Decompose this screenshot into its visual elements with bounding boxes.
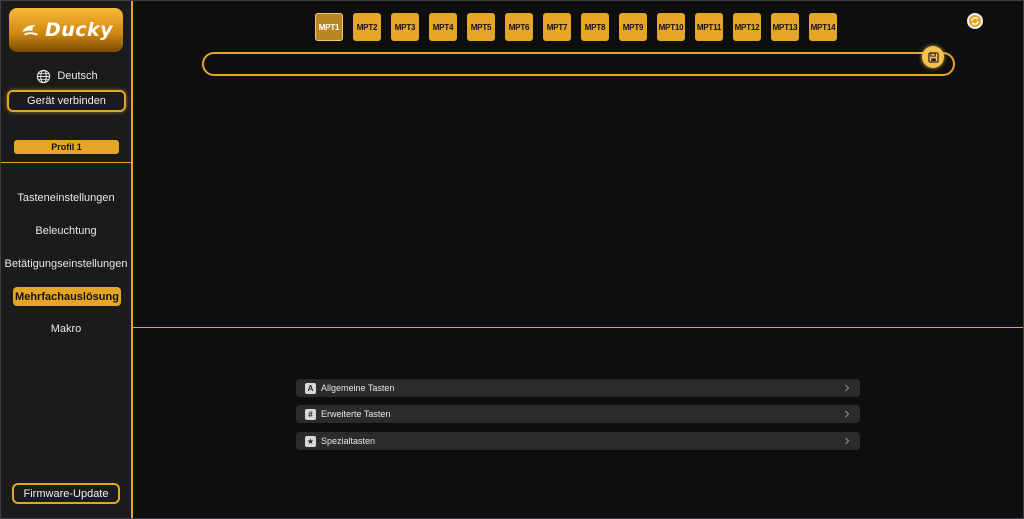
brand-name: Ducky xyxy=(44,19,114,41)
nav-multi-trigger[interactable]: Mehrfachauslösung xyxy=(13,287,121,306)
panel-divider xyxy=(133,327,1023,328)
refresh-button[interactable] xyxy=(967,13,983,29)
macro-tab-2[interactable]: MPT2 xyxy=(353,13,381,41)
globe-icon xyxy=(37,69,51,83)
macro-tab-1[interactable]: MPT1 xyxy=(315,13,343,41)
nav-key-settings[interactable]: Tasteneinstellungen xyxy=(1,189,131,207)
macro-tab-bar: MPT1 MPT2 MPT3 MPT4 MPT5 MPT6 MPT7 MPT8 MPT9 MPT1… xyxy=(315,13,837,41)
macro-tab-12[interactable]: MPT12 xyxy=(733,13,761,41)
language-label: Deutsch xyxy=(57,70,98,82)
macro-tab-4[interactable]: MPT4 xyxy=(429,13,457,41)
language-selector[interactable]: Deutsch xyxy=(1,67,133,85)
macro-tab-7[interactable]: MPT7 xyxy=(543,13,571,41)
profile-selector[interactable]: Profil 1 xyxy=(14,140,119,154)
category-advanced-keys[interactable]: # Erweiterte Tasten xyxy=(296,405,860,423)
category-special-keys[interactable]: ★ Spezialtasten xyxy=(296,432,860,450)
macro-tab-9[interactable]: MPT9 xyxy=(619,13,647,41)
brand-logo: Ducky xyxy=(9,8,123,52)
nav-actuation-settings[interactable]: Betätigungseinstellungen xyxy=(1,255,131,273)
letter-a-icon: A xyxy=(305,382,316,394)
app-window: Ducky Deutsch Gerät verbinden Profil 1 T… xyxy=(0,0,1024,519)
macro-tab-3[interactable]: MPT3 xyxy=(391,13,419,41)
macro-tab-13[interactable]: MPT13 xyxy=(771,13,799,41)
star-icon: ★ xyxy=(305,435,316,447)
category-general-keys[interactable]: A Allgemeine Tasten xyxy=(296,379,860,397)
firmware-update-button[interactable]: Firmware-Update xyxy=(12,483,120,504)
refresh-icon xyxy=(969,15,981,27)
macro-tab-10[interactable]: MPT10 xyxy=(657,13,685,41)
connect-device-button[interactable]: Gerät verbinden xyxy=(7,90,126,112)
chevron-right-icon xyxy=(845,410,850,418)
category-label: Spezialtasten xyxy=(321,436,376,446)
macro-tab-14[interactable]: MPT14 xyxy=(809,13,837,41)
category-label: Allgemeine Tasten xyxy=(321,383,395,393)
macro-tab-8[interactable]: MPT8 xyxy=(581,13,609,41)
save-button[interactable] xyxy=(922,46,944,68)
chevron-right-icon xyxy=(845,384,850,392)
hash-icon: # xyxy=(305,408,316,420)
sidebar: Ducky Deutsch Gerät verbinden Profil 1 T… xyxy=(1,1,133,518)
duck-logo-icon xyxy=(22,25,38,36)
macro-tab-11[interactable]: MPT11 xyxy=(695,13,723,41)
nav-macro[interactable]: Makro xyxy=(1,320,131,338)
main-panel: MPT1 MPT2 MPT3 MPT4 MPT5 MPT6 MPT7 MPT8 MPT9 MPT1… xyxy=(133,1,1023,518)
macro-sequence-bar[interactable] xyxy=(202,52,955,76)
macro-tab-5[interactable]: MPT5 xyxy=(467,13,495,41)
category-label: Erweiterte Tasten xyxy=(321,409,391,419)
chevron-right-icon xyxy=(845,437,850,445)
macro-tab-6[interactable]: MPT6 xyxy=(505,13,533,41)
sidebar-divider xyxy=(1,162,131,163)
nav-lighting[interactable]: Beleuchtung xyxy=(1,222,131,240)
save-icon xyxy=(927,51,939,63)
